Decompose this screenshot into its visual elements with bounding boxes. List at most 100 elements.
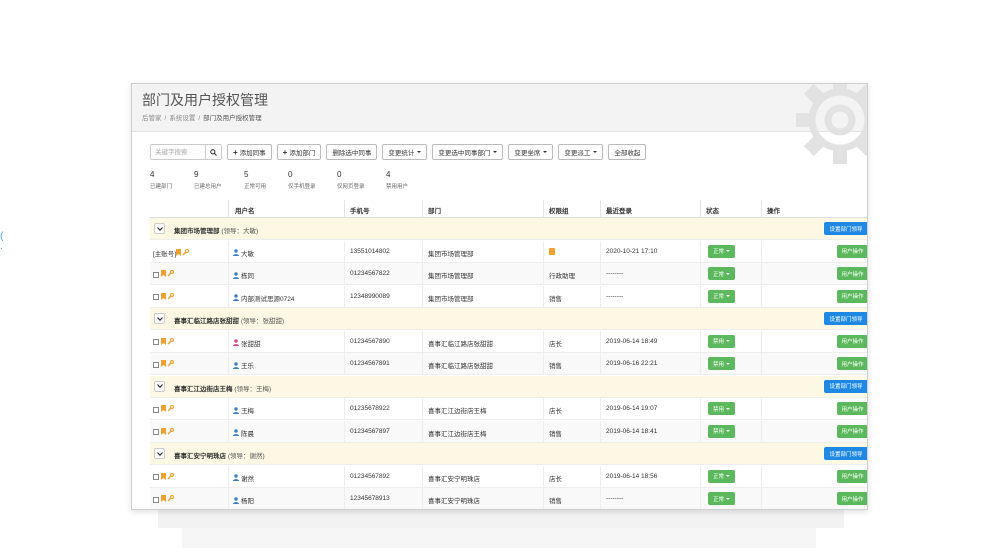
user-icon [233,294,239,303]
last-login-cell: 2019-06-14 18:49 [606,337,658,345]
row-select-cell [153,427,175,437]
app-window: 部门及用户授权管理 后管家/系统设置/部门及用户授权管理 +添加同事 +添加部门… [131,83,868,510]
breadcrumb-item[interactable]: 系统设置 [169,115,195,122]
user-actions-button[interactable]: 用户操作 [837,402,867,415]
page-title: 部门及用户授权管理 [142,92,268,108]
bookmark-icon[interactable] [161,360,166,369]
caret-down-icon [417,151,422,153]
table-row: 内部测试思源0724 12348990089 集团市场管理部 销售 -------- 正常… [150,285,867,308]
row-checkbox[interactable] [153,474,159,480]
set-leader-button[interactable]: 设置部门领导 [824,447,867,460]
collapse-toggle[interactable] [154,313,165,324]
status-dropdown[interactable]: 禁用 [708,334,735,348]
column-divider [228,398,229,420]
add-department-button[interactable]: + 添加部门 [276,144,322,160]
user-actions-button[interactable]: 用户操作 [837,469,867,483]
bookmark-icon[interactable] [161,427,166,437]
row-checkbox[interactable] [153,361,159,368]
wrench-icon[interactable] [167,269,175,279]
status-dropdown[interactable]: 正常 [708,289,735,303]
wrench-icon[interactable] [167,359,175,369]
breadcrumb: 后管家 / 系统设置 / 部门及用户授权管理 [142,112,262,122]
bookmark-icon[interactable] [161,292,166,302]
department-cell: 喜事汇安宁明珠店 [428,475,480,483]
column-divider [600,398,601,420]
column-divider [700,420,701,443]
table-row: 陈晨 01234567897 喜事汇江边街店王梅 销售 2019-06-14 18:41… [150,420,867,443]
last-login-cell: 2019-06-14 18:41 [606,427,658,435]
change-dispatch-dropdown[interactable]: 变更派工 [558,144,604,160]
status-dropdown[interactable]: 正常 [708,492,735,505]
username-cell: 王乐 [233,360,254,371]
user-actions-button[interactable]: 用户操作 [837,357,867,370]
status-dropdown[interactable]: 禁用 [708,402,735,415]
user-actions-button[interactable]: 用户操作 [837,267,867,280]
department-cell: 集团市场管理部 [428,273,474,280]
bookmark-icon[interactable] [161,270,166,279]
user-actions-button[interactable]: 用户操作 [837,244,867,258]
row-checkbox[interactable] [153,271,159,278]
row-checkbox[interactable] [153,339,159,345]
wrench-icon[interactable] [167,337,175,347]
department-leader: (领导：谢然) [227,453,265,460]
change-dept-dropdown[interactable]: 变更选中同事部门 [432,144,504,160]
username-cell: 大敏 [233,248,254,259]
wrench-icon[interactable] [182,249,190,258]
wrench-icon[interactable] [167,404,175,414]
status-dropdown[interactable]: 正常 [708,469,735,483]
user-actions-button[interactable]: 用户操作 [837,424,867,438]
table-row: 王乐 01234567891 喜事汇临江路店张甜甜 销售 2019-06-16 22:2… [150,353,867,375]
wrench-icon[interactable] [167,472,175,482]
set-leader-button[interactable]: 设置部门领导 [824,379,867,393]
status-dropdown[interactable]: 正常 [708,267,735,280]
table-row: 张甜甜 01234567890 喜事汇临江路店张甜甜 店长 2019-06-14 18:… [150,330,867,353]
collapse-all-button[interactable]: 全部收起 [608,144,647,160]
table-header: 用户名 手机号 部门 权限组 最近登录 状态 操作 [150,200,867,218]
bookmark-icon[interactable] [161,337,166,347]
phone-cell: 12345678913 [350,495,390,502]
status-dropdown[interactable]: 禁用 [708,357,735,370]
collapse-toggle[interactable] [154,448,165,459]
permission-group-cell [549,247,555,255]
set-leader-button[interactable]: 设置部门领导 [824,312,867,325]
department-group-row: 喜事汇江边街店王梅 (领导：王梅) 设置部门领导 [150,375,867,398]
row-select-cell [153,269,175,279]
search-input[interactable] [151,145,205,159]
delete-selected-button[interactable]: 删除选中同事 [326,144,378,160]
bookmark-icon[interactable] [161,472,166,482]
collapse-toggle[interactable] [154,380,165,392]
row-checkbox[interactable] [153,294,159,300]
bookmark-icon[interactable] [161,405,166,414]
row-checkbox[interactable] [153,496,159,503]
status-dropdown[interactable]: 禁用 [708,424,735,438]
change-stats-dropdown[interactable]: 变更统计 [382,144,428,160]
permission-group-cell: 店长 [549,338,562,348]
collapse-toggle[interactable] [154,223,165,234]
column-divider [228,263,229,285]
add-colleague-button[interactable]: + 添加同事 [227,144,272,160]
change-seat-dropdown[interactable]: 变更坐席 [508,144,554,160]
column-divider [422,353,423,375]
breadcrumb-item[interactable]: 后管家 [142,115,162,122]
wrench-icon[interactable] [167,292,175,302]
column-divider [600,240,601,263]
row-checkbox[interactable] [153,429,159,435]
username: 陈晨 [241,430,254,438]
search-button[interactable] [205,145,221,159]
user-actions-button[interactable]: 用户操作 [837,289,867,303]
username-cell: 张甜甜 [233,338,261,349]
column-divider [228,285,229,308]
column-divider [700,200,701,218]
column-divider [344,200,345,218]
wrench-icon[interactable] [167,494,175,504]
column-divider [422,285,423,308]
set-leader-button[interactable]: 设置部门领导 [824,222,867,235]
permission-group: 销售 [549,363,562,370]
status-dropdown[interactable]: 正常 [708,244,735,258]
user-actions-button[interactable]: 用户操作 [837,492,867,505]
row-checkbox[interactable] [153,406,159,413]
bookmark-icon[interactable] [161,495,166,504]
bookmark-icon[interactable] [176,249,182,258]
wrench-icon[interactable] [167,427,175,437]
user-actions-button[interactable]: 用户操作 [837,334,867,348]
